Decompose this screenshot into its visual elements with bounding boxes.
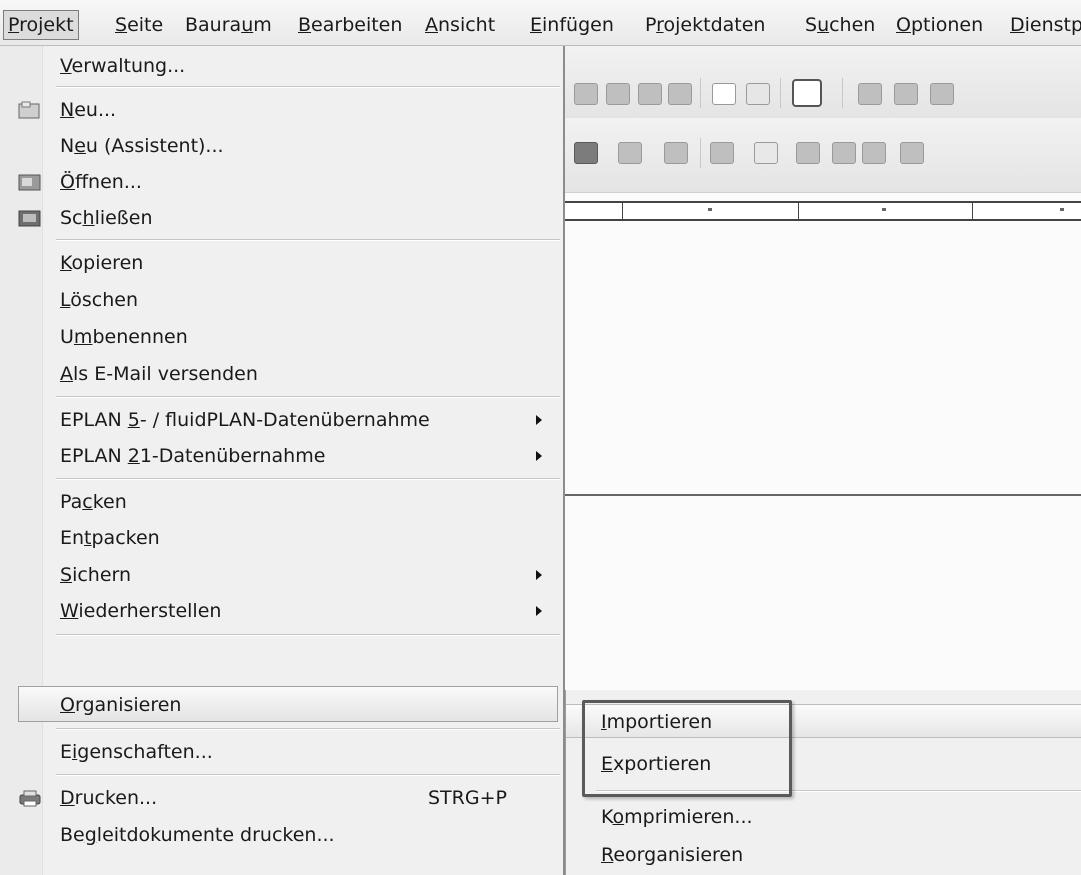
menu-item-schliessen[interactable]: Schließen [0,200,560,236]
menu-item-organisieren[interactable]: Organisieren [18,686,558,722]
submenu-item-exportieren[interactable]: Exportieren [566,747,1081,781]
page-divider-line [560,494,1081,496]
menu-separator [56,774,560,776]
menu-seite[interactable]: Seite [111,8,167,42]
menu-separator [56,239,560,241]
projekt-menu: Verwaltung... Neu... Neu (Assistent)... … [0,46,565,875]
menu-item-neu-assistent[interactable]: Neu (Assistent)... [0,128,560,164]
menu-item-wiederherstellen[interactable]: Wiederherstellen [0,593,560,629]
menu-separator [56,478,560,480]
undo-icon[interactable] [574,83,598,105]
close-project-icon [18,210,41,227]
zoom-in-icon[interactable] [930,83,954,105]
ruler-mark [882,208,886,211]
menu-item-neu[interactable]: Neu... [0,92,560,128]
symbol-icon[interactable] [574,142,598,164]
submenu-arrow-icon [536,415,542,425]
menu-item-als-email-versenden[interactable]: Als E-Mail versenden [0,356,560,392]
drucken-shortcut: STRG+P [428,787,507,809]
toolbar-separator [700,138,701,168]
submenu-arrow-icon [536,570,542,580]
submenu-arrow-icon [536,451,542,461]
toolbar-second [560,118,1081,193]
ruler-mark [708,208,712,211]
window-icon[interactable] [792,79,822,107]
menu-item-eigenschaften[interactable]: Eigenschaften... [0,734,560,770]
menu-item-begleitdokumente-drucken[interactable]: Begleitdokumente drucken... [0,817,560,853]
menu-item-loeschen[interactable]: Löschen [0,282,560,318]
menu-item-packen[interactable]: Packen [0,484,560,520]
redo-list-icon[interactable] [668,83,692,105]
connection-icon[interactable] [796,142,820,164]
forward-icon[interactable] [900,142,924,164]
toolbar-separator [700,78,701,108]
jump-back-icon[interactable] [862,142,886,164]
submenu-item-reorganisieren[interactable]: Reorganisieren [566,838,1081,872]
menu-suchen[interactable]: Suchen [801,8,879,42]
menu-optionen[interactable]: Optionen [892,8,987,42]
copy-icon[interactable] [710,142,734,164]
menu-ansicht[interactable]: Ansicht [421,8,499,42]
menu-separator [56,728,560,730]
menu-item-oeffnen[interactable]: Öffnen... [0,164,560,200]
ruler-tick [622,203,623,219]
jump-icon[interactable] [832,142,856,164]
menu-projekt[interactable]: Projekt [3,10,79,40]
submenu-item-komprimieren[interactable]: Komprimieren... [566,800,1081,834]
toolbar-separator [842,78,843,108]
menu-item-drucken[interactable]: Drucken... STRG+P [0,780,560,816]
new-project-icon [18,101,40,119]
organisieren-submenu: Importieren Exportieren Komprimieren... … [565,690,1081,875]
menu-separator [56,634,560,636]
zoom-window-icon[interactable] [894,83,918,105]
menu-item-kopieren[interactable]: Kopieren [0,245,560,281]
submenu-item-importieren[interactable]: Importieren [566,704,1081,738]
menu-item-eplan5-fluidplan-datenuebernahme[interactable]: EPLAN 5- / fluidPLAN-Datenübernahme [0,402,560,438]
menu-projektdaten[interactable]: Projektdaten [641,8,769,42]
menu-item-umbenennen[interactable]: Umbenennen [0,319,560,355]
open-project-icon [18,174,41,191]
table-icon[interactable] [746,83,770,105]
menu-dienstprogramme[interactable]: Dienstp [1006,8,1081,42]
undo-list-icon[interactable] [606,83,630,105]
page-icon[interactable] [754,142,778,164]
menu-einfuegen[interactable]: Einfügen [526,8,618,42]
menu-item-entpacken[interactable]: Entpacken [0,520,560,556]
ruler-tick [972,203,973,219]
toolbar-separator [780,78,781,108]
printer-icon [19,790,41,807]
menu-separator [596,790,1081,792]
menu-bar: Projekt Seite Bauraum Bearbeiten Ansicht… [0,0,1081,46]
ruler-tick [798,203,799,219]
menu-item-verwaltung[interactable]: Verwaltung... [0,48,560,84]
page-ruler [560,201,1081,221]
ruler-mark [1060,208,1064,211]
menu-item-sichern[interactable]: Sichern [0,557,560,593]
menu-bauraum[interactable]: Bauraum [181,8,276,42]
submenu-arrow-icon [536,606,542,616]
menu-separator [56,86,560,88]
checkbox-icon[interactable] [712,83,736,105]
redo-icon[interactable] [638,83,662,105]
insert-device-icon[interactable] [664,142,688,164]
link-icon[interactable] [858,83,882,105]
menu-item-eplan21-datenuebernahme[interactable]: EPLAN 21-Datenübernahme [0,438,560,474]
toolbar-top [560,46,1081,119]
menu-bearbeiten[interactable]: Bearbeiten [294,8,406,42]
menu-separator [56,396,560,398]
insert-symbol-icon[interactable] [618,142,642,164]
